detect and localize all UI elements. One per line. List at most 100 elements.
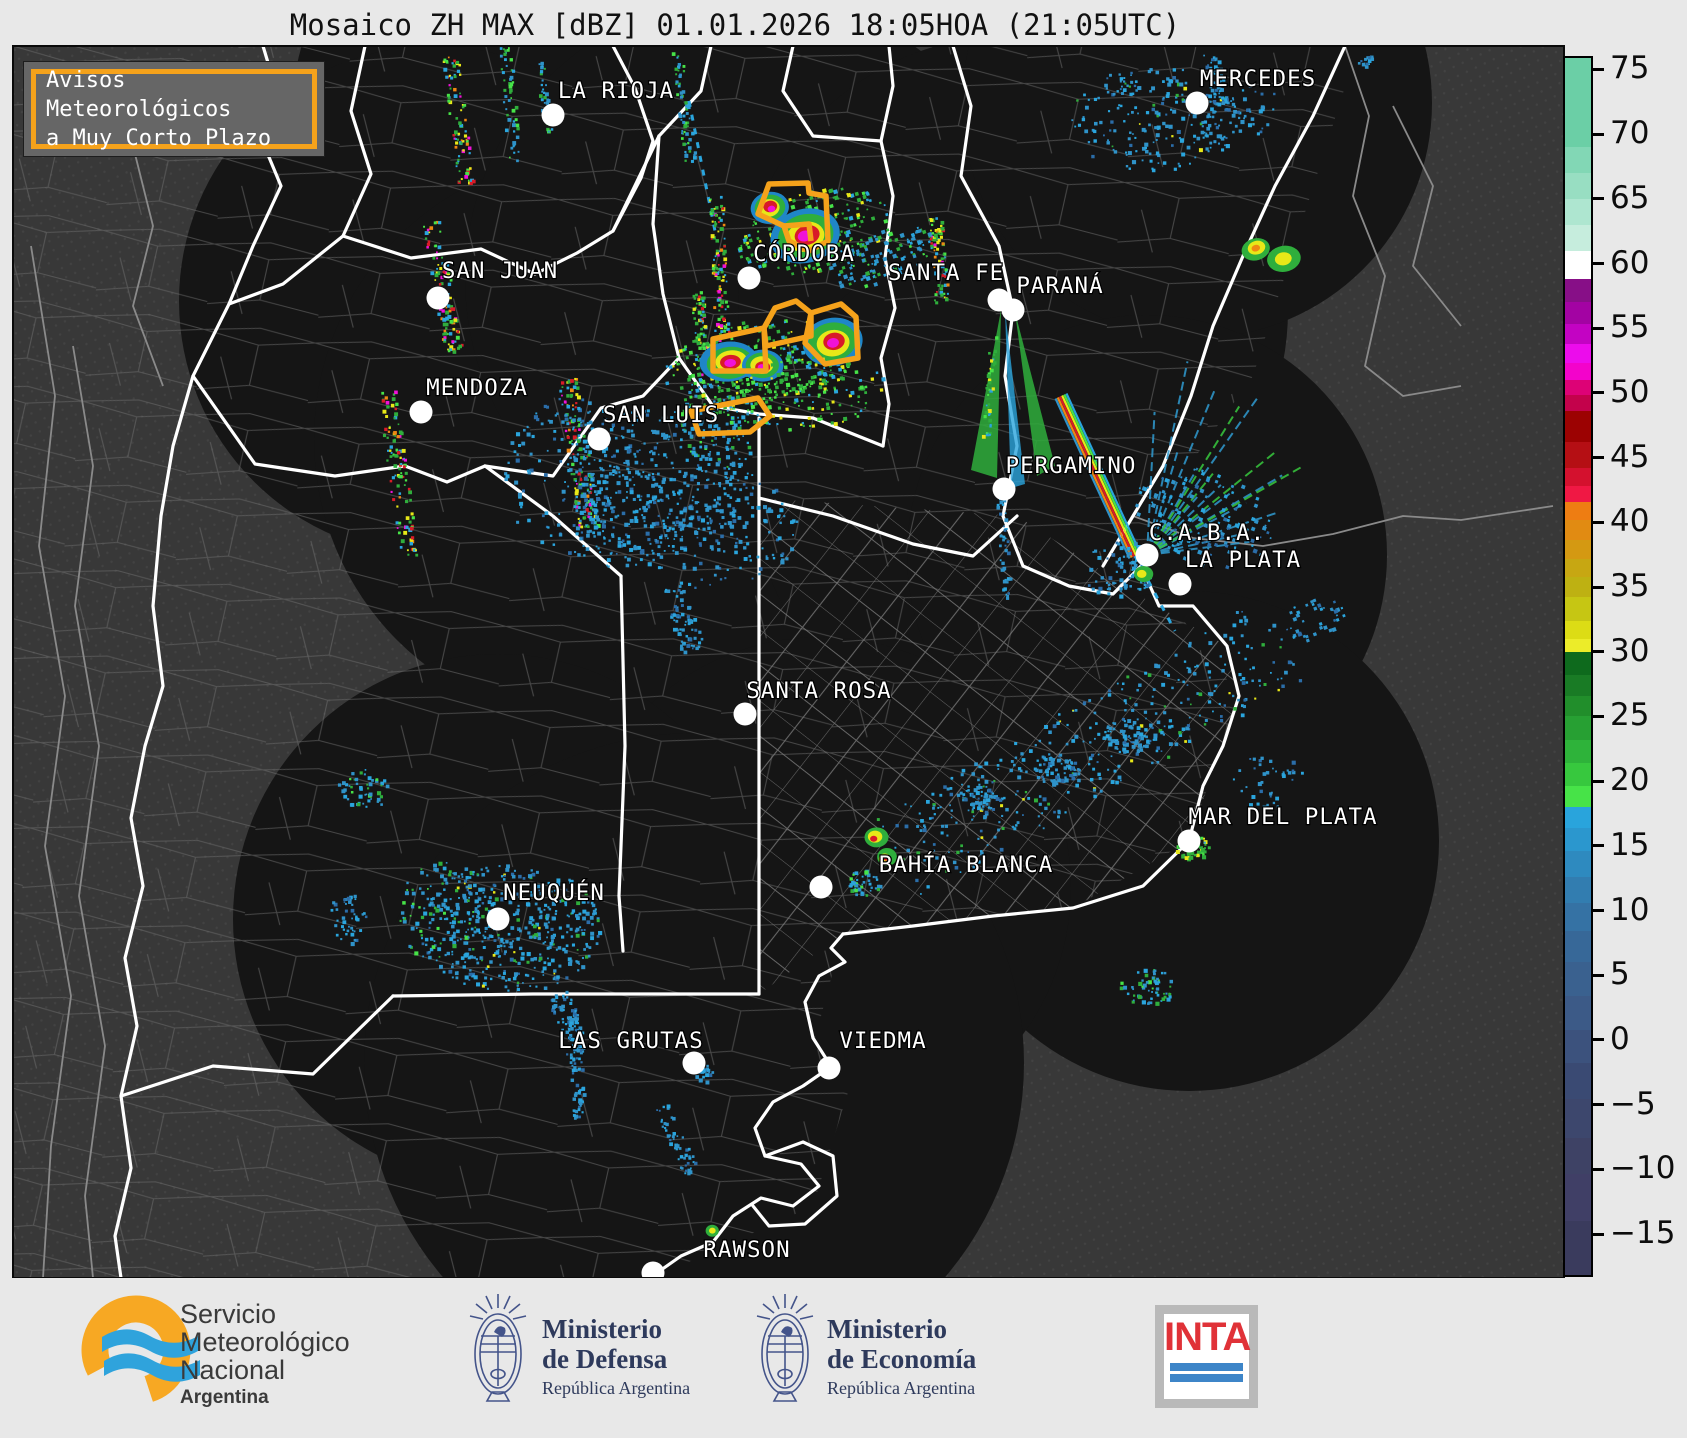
colorbar-segment: [1565, 762, 1591, 787]
colorbar-segment: [1565, 1029, 1591, 1064]
colorbar-tick-label: −15: [1610, 1215, 1676, 1251]
colorbar-segment: [1565, 279, 1591, 303]
defensa-crest-icon: [469, 1293, 527, 1402]
city-dot: [817, 1056, 841, 1080]
colorbar-tick-mark: [1593, 197, 1604, 201]
colorbar-tick-label: 35: [1610, 568, 1650, 604]
economia-crest-icon: [756, 1293, 814, 1402]
colorbar-segment: [1565, 395, 1591, 411]
colorbar-tick-label: 45: [1610, 438, 1650, 475]
inta-bar-2: [1170, 1374, 1243, 1382]
colorbar-tick-mark: [1593, 650, 1604, 654]
colorbar-segment: [1565, 486, 1591, 502]
colorbar-tick-label: 5: [1610, 956, 1630, 993]
warning-legend-border: Avisos Meteorológicos a Muy Corto Plazo: [31, 67, 317, 151]
radar-map-area: LA RIOJA MERCEDES SAN JUAN CÓRDOBA SANTA FE P…: [12, 45, 1565, 1279]
colorbar-segment: [1565, 324, 1591, 344]
city-label: RAWSON: [703, 1237, 790, 1263]
colorbar-segment: [1565, 786, 1591, 807]
colorbar-tick-label: 15: [1610, 826, 1650, 863]
inta-logo-inner: INTA: [1164, 1314, 1251, 1399]
colorbar-tick-mark: [1593, 585, 1604, 589]
city-label: VIEDMA: [839, 1028, 926, 1054]
colorbar-tick-mark: [1593, 67, 1604, 71]
colorbar-segment: [1565, 651, 1591, 675]
city-dot: [1185, 91, 1209, 115]
colorbar-segment: [1565, 695, 1591, 717]
defensa-logo-text: Ministerio de Defensa República Argentin…: [542, 1314, 690, 1399]
colorbar-segment: [1565, 302, 1591, 325]
colorbar-tick-label: 75: [1610, 50, 1650, 87]
colorbar-segment: [1565, 1221, 1591, 1275]
colorbar-segment: [1565, 962, 1591, 996]
colorbar-tick-label: 25: [1610, 697, 1650, 734]
colorbar-segment: [1565, 467, 1591, 487]
city-dot: [409, 400, 433, 424]
colorbar-segment: [1565, 902, 1591, 932]
colorbar-segment: [1565, 876, 1591, 903]
colorbar-tick-label: 60: [1610, 244, 1650, 281]
smn-line2: Meteorológico: [180, 1327, 350, 1357]
inta-bar-1: [1170, 1363, 1243, 1371]
colorbar-segment: [1565, 716, 1591, 740]
colorbar-segment: [1565, 1063, 1591, 1100]
city-label: MAR DEL PLATA: [1188, 804, 1377, 830]
city-dot: [1001, 298, 1025, 322]
colorbar-tick-mark: [1593, 132, 1604, 136]
warning-legend-line2: a Muy Corto Plazo: [46, 125, 272, 151]
city-dot: [1177, 829, 1201, 853]
economia-logo-text: Ministerio de Economía República Argenti…: [827, 1314, 976, 1399]
city-label: MERCEDES: [1200, 66, 1316, 92]
colorbar-segment: [1565, 363, 1591, 380]
economia-name1: Ministerio: [827, 1314, 947, 1344]
warning-legend-line1: Avisos Meteorológicos: [46, 67, 232, 122]
colorbar-tick-label: 10: [1610, 891, 1650, 928]
city-dot: [486, 907, 510, 931]
colorbar-tick-mark: [1593, 1103, 1604, 1107]
colorbar-tick-label: 70: [1610, 115, 1650, 152]
city-label: LA PLATA: [1185, 547, 1301, 573]
smn-country: Argentina: [180, 1387, 269, 1408]
city-dot: [737, 266, 761, 290]
colorbar-tick-mark: [1593, 262, 1604, 265]
defensa-name2: de Defensa: [542, 1344, 668, 1374]
city-dot: [992, 477, 1016, 501]
colorbar-segment: [1565, 379, 1591, 396]
colorbar-segment: [1565, 343, 1591, 364]
colorbar-segment: [1565, 995, 1591, 1030]
city-label: PERGAMINO: [1006, 453, 1137, 479]
colorbar-tick-mark: [1593, 391, 1604, 395]
page-title: Mosaico ZH MAX [dBZ] 01.01.2026 18:05HOA…: [289, 8, 1181, 42]
colorbar-tick-label: 65: [1610, 179, 1650, 216]
colorbar-tick-label: −5: [1610, 1085, 1656, 1122]
city-label: MENDOZA: [426, 375, 528, 401]
radar-map: LA RIOJA MERCEDES SAN JUAN CÓRDOBA SANTA FE P…: [13, 46, 1564, 1278]
colorbar-segment: [1565, 1099, 1591, 1139]
colorbar-tick-label: 30: [1610, 632, 1650, 669]
colorbar-tick-mark: [1593, 844, 1604, 848]
colorbar-segment: [1565, 540, 1591, 559]
city-dot: [733, 702, 757, 726]
colorbar-tick-label: 50: [1610, 373, 1650, 410]
colorbar-tick-mark: [1593, 326, 1604, 330]
smn-logo-text: Servicio Meteorológico Nacional Argentin…: [180, 1300, 350, 1409]
colorbar-tick-label: 55: [1610, 309, 1650, 346]
colorbar-segment: [1565, 620, 1591, 639]
economia-sub: República Argentina: [827, 1378, 976, 1398]
city-label: C.A.B.A.: [1149, 520, 1265, 546]
city-dot: [809, 875, 833, 899]
city-label: SANTA FE: [888, 260, 1004, 286]
city-label: PARANÁ: [1016, 271, 1103, 299]
warning-legend-box: Avisos Meteorológicos a Muy Corto Plazo: [23, 61, 325, 157]
city-dot: [682, 1051, 706, 1075]
colorbar-tick-label: 20: [1610, 762, 1650, 799]
city-label: BAHÍA BLANCA: [879, 850, 1054, 878]
footer: Servicio Meteorológico Nacional Argentin…: [0, 1278, 1687, 1438]
city-label: LAS GRUTAS: [558, 1028, 703, 1054]
colorbar-segment: [1565, 1174, 1591, 1222]
colorbar-segment: [1565, 442, 1591, 468]
colorbar-tick-label: −10: [1610, 1150, 1676, 1187]
colorbar-segment: [1565, 558, 1591, 577]
colorbar-segment: [1565, 638, 1591, 652]
colorbar-tick-mark: [1593, 1167, 1604, 1171]
